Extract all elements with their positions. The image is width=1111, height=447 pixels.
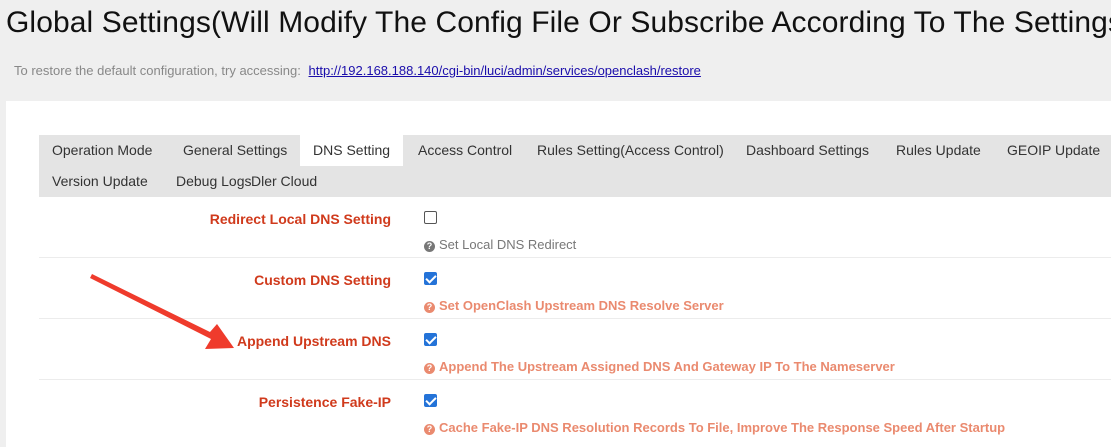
setting-row-persistence-fake-ip: Persistence Fake-IP ? Cache Fake-IP DNS R… <box>39 380 1111 441</box>
setting-help: ? Set OpenClash Upstream DNS Resolve Serv… <box>424 298 724 313</box>
setting-help: ? Cache Fake-IP DNS Resolution Records To… <box>424 420 1005 435</box>
setting-label: Append Upstream DNS <box>236 333 391 349</box>
tab-access-control[interactable]: Access Control <box>405 135 525 166</box>
tab-dashboard-settings[interactable]: Dashboard Settings <box>733 135 882 166</box>
setting-label: Redirect Local DNS Setting <box>209 211 391 227</box>
question-icon: ? <box>424 302 435 313</box>
tab-rules-setting[interactable]: Rules Setting(Access Control) <box>524 135 737 166</box>
tab-rules-update[interactable]: Rules Update <box>883 135 994 166</box>
question-icon: ? <box>424 424 435 435</box>
help-text: Set OpenClash Upstream DNS Resolve Serve… <box>439 298 724 313</box>
restore-link[interactable]: http://192.168.188.140/cgi-bin/luci/admi… <box>309 63 701 78</box>
dns-settings-form: Redirect Local DNS Setting ? Set Local DN… <box>39 197 1111 447</box>
persistence-fake-ip-checkbox[interactable] <box>424 394 437 407</box>
help-text: Append The Upstream Assigned DNS And Gat… <box>439 359 895 374</box>
setting-row-custom-dns: Custom DNS Setting ? Set OpenClash Upstre… <box>39 258 1111 319</box>
setting-row-redirect-local-dns: Redirect Local DNS Setting ? Set Local DN… <box>39 197 1111 258</box>
redirect-local-dns-checkbox[interactable] <box>424 211 437 224</box>
restore-hint: To restore the default configuration, tr… <box>14 63 701 78</box>
page-title: Global Settings(Will Modify The Config F… <box>6 6 1111 39</box>
custom-dns-checkbox[interactable] <box>424 272 437 285</box>
tab-version-update[interactable]: Version Update <box>39 166 161 197</box>
help-text: Set Local DNS Redirect <box>439 237 577 252</box>
settings-card: Operation Mode General Settings DNS Sett… <box>6 101 1111 447</box>
setting-row-append-upstream-dns: Append Upstream DNS ? Append The Upstream… <box>39 319 1111 380</box>
question-icon: ? <box>424 363 435 374</box>
tab-operation-mode[interactable]: Operation Mode <box>39 135 165 166</box>
setting-help: ? Set Local DNS Redirect <box>424 237 576 252</box>
setting-help: ? Append The Upstream Assigned DNS And Ga… <box>424 359 895 374</box>
question-icon: ? <box>424 241 435 252</box>
tab-general-settings[interactable]: General Settings <box>170 135 300 166</box>
restore-hint-text: To restore the default configuration, tr… <box>14 63 301 78</box>
tab-bar: Operation Mode General Settings DNS Sett… <box>39 135 1111 197</box>
tab-dns-setting[interactable]: DNS Setting <box>300 135 404 166</box>
append-upstream-dns-checkbox[interactable] <box>424 333 437 346</box>
tab-geoip-update[interactable]: GEOIP Update <box>994 135 1111 166</box>
setting-label: Custom DNS Setting <box>254 272 391 288</box>
setting-label: Persistence Fake-IP <box>258 394 391 410</box>
tab-dler-cloud[interactable]: Dler Cloud <box>238 166 330 197</box>
help-text: Cache Fake-IP DNS Resolution Records To … <box>439 420 1006 435</box>
